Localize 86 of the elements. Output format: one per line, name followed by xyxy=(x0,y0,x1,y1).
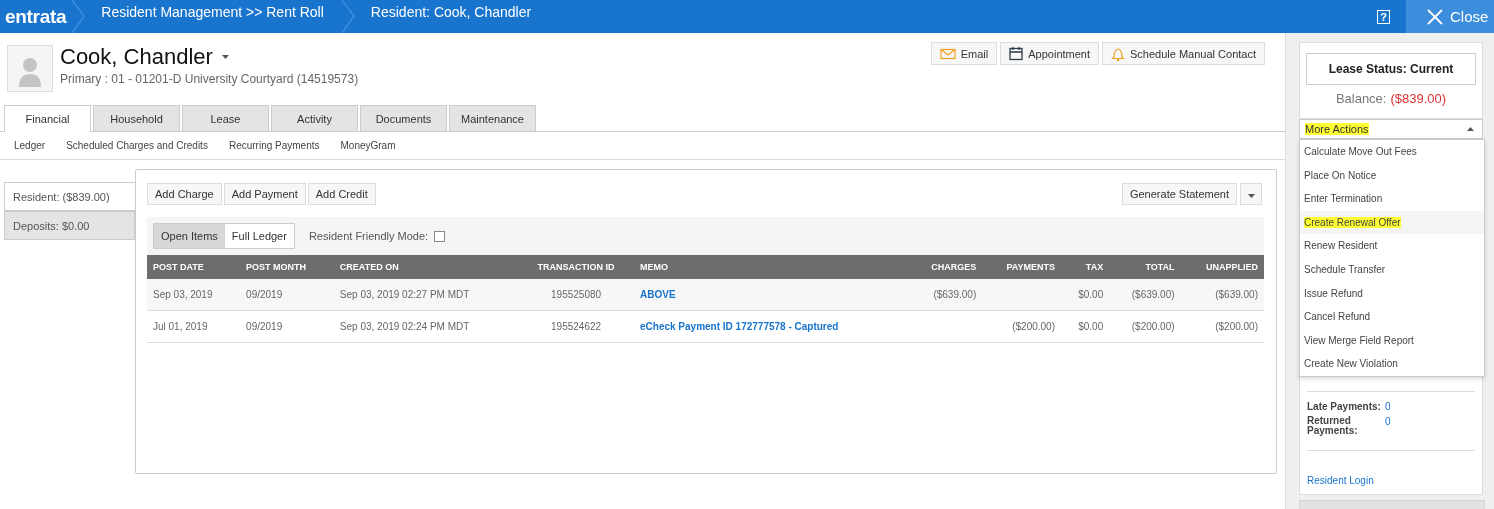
table-cell: ($200.00) xyxy=(1131,321,1175,332)
menu-item[interactable]: Place On Notice xyxy=(1300,163,1484,188)
contact-button[interactable]: Schedule Manual Contact xyxy=(1102,42,1265,65)
caret-icon xyxy=(221,55,229,59)
table-cell: $0.00 xyxy=(1078,321,1104,332)
subnav-link[interactable]: Scheduled Charges and Credits xyxy=(66,140,208,159)
memo-link[interactable]: eCheck Payment ID 172777578 - Captured xyxy=(640,321,839,332)
menu-item[interactable]: Renew Resident xyxy=(1300,234,1484,258)
table-cell: $0.00 xyxy=(1078,289,1104,300)
menu-item[interactable]: View Merge Field Report xyxy=(1300,328,1484,353)
resident-name: Cook, Chandler xyxy=(60,44,213,70)
stat-label: Late Payments: xyxy=(1307,401,1382,412)
table-cell: Sep 03, 2019 02:27 PM MDT xyxy=(339,289,470,300)
tab[interactable]: Activity xyxy=(271,105,358,131)
memo-link[interactable]: ABOVE xyxy=(640,289,676,300)
action-button[interactable]: Add Charge xyxy=(147,183,222,205)
ledger-tab[interactable]: Deposits: $0.00 xyxy=(4,211,135,240)
column-header[interactable]: CREATED ON xyxy=(333,255,519,279)
menu-item[interactable]: Issue Refund xyxy=(1300,281,1484,306)
subnav-link[interactable]: Ledger xyxy=(14,140,46,159)
help-button[interactable]: ? xyxy=(1377,9,1390,24)
checkbox-label: Resident Friendly Mode: xyxy=(308,230,429,242)
chevron-icon xyxy=(341,0,355,33)
column-header[interactable]: CHARGES xyxy=(908,255,983,279)
column-header[interactable]: UNAPPLIED xyxy=(1180,255,1264,279)
dropdown-button[interactable] xyxy=(1240,183,1262,205)
stat-value[interactable]: 0 xyxy=(1385,416,1391,436)
table-cell: 09/2019 xyxy=(246,289,283,300)
column-header[interactable]: POST MONTH xyxy=(240,255,334,279)
caret-icon xyxy=(1247,194,1255,198)
subnav-link[interactable]: Recurring Payments xyxy=(228,140,320,159)
envelope-icon xyxy=(939,47,956,60)
menu-item[interactable]: Calculate Move Out Fees xyxy=(1300,140,1484,164)
column-header[interactable]: TOTAL xyxy=(1109,255,1181,279)
tab[interactable]: Documents xyxy=(360,105,447,131)
more-actions-select[interactable]: More Actions xyxy=(1299,119,1483,139)
generate-statement-button[interactable]: Generate Statement xyxy=(1121,183,1237,205)
table-cell: Sep 03, 2019 xyxy=(153,289,213,300)
table-cell: ($200.00) xyxy=(1012,321,1055,332)
column-header[interactable]: MEMO xyxy=(634,255,908,279)
stat-label: Returned Payments: xyxy=(1307,416,1359,436)
resident-unit: Primary : 01 - 01201-D University Courtyard (14519573) xyxy=(60,72,359,86)
close-icon xyxy=(1426,7,1444,26)
column-header[interactable]: TRANSACTION ID xyxy=(518,255,634,279)
tab[interactable]: Household xyxy=(93,105,180,131)
breadcrumb-link[interactable]: Resident Management >> Rent Roll xyxy=(85,3,342,20)
checkbox[interactable] xyxy=(434,230,446,242)
table-cell: 09/2019 xyxy=(246,321,283,332)
table-cell: ($639.00) xyxy=(1215,289,1258,300)
table-cell: 195524622 xyxy=(551,321,602,332)
table-cell: ($200.00) xyxy=(1215,321,1258,332)
table-cell: ($639.00) xyxy=(1131,289,1175,300)
menu-item[interactable]: Create Renewal Offer xyxy=(1300,210,1484,235)
table-cell: ($639.00) xyxy=(933,289,977,300)
chevron-icon xyxy=(72,0,86,33)
tab[interactable]: Financial xyxy=(4,105,91,132)
view-toggle[interactable]: Open Items xyxy=(154,224,225,248)
caret-icon xyxy=(1467,127,1474,131)
menu-item[interactable]: Cancel Refund xyxy=(1300,305,1484,329)
menu-item[interactable]: Enter Termination xyxy=(1300,187,1484,211)
column-header[interactable]: PAYMENTS xyxy=(982,255,1061,279)
lease-status-button[interactable]: Lease Status: Current xyxy=(1306,53,1476,85)
table-cell: Jul 01, 2019 xyxy=(153,321,208,332)
breadcrumb-link[interactable]: Resident: Cook, Chandler xyxy=(354,3,550,20)
ledger-tab[interactable]: Resident: ($839.00) xyxy=(4,182,135,211)
action-button[interactable]: Add Payment xyxy=(223,183,306,205)
stat-value[interactable]: 0 xyxy=(1385,401,1391,412)
appointment-button[interactable]: Appointment xyxy=(1000,42,1100,65)
subnav-link[interactable]: MoneyGram xyxy=(340,140,396,159)
table-cell: Sep 03, 2019 02:24 PM MDT xyxy=(339,321,470,332)
tab[interactable]: Lease xyxy=(182,105,269,131)
menu-item[interactable]: Schedule Transfer xyxy=(1300,257,1484,282)
resident-login-link[interactable]: Resident Login xyxy=(1307,475,1475,486)
person-icon xyxy=(18,55,42,87)
select-value: More Actions xyxy=(1305,123,1369,135)
column-header[interactable]: POST DATE xyxy=(147,255,241,279)
balance-label: Balance: xyxy=(1335,91,1387,106)
email-button[interactable]: Email xyxy=(930,42,998,65)
logo[interactable]: entrata xyxy=(0,5,73,28)
action-button[interactable]: Add Credit xyxy=(307,183,376,205)
column-header[interactable]: TAX xyxy=(1061,255,1110,279)
menu-item[interactable]: Create New Violation xyxy=(1300,352,1484,376)
calendar-icon xyxy=(1009,46,1024,61)
table-cell: 195525080 xyxy=(551,289,602,300)
balance-value: ($839.00) xyxy=(1390,91,1447,106)
tab[interactable]: Maintenance xyxy=(449,105,536,131)
